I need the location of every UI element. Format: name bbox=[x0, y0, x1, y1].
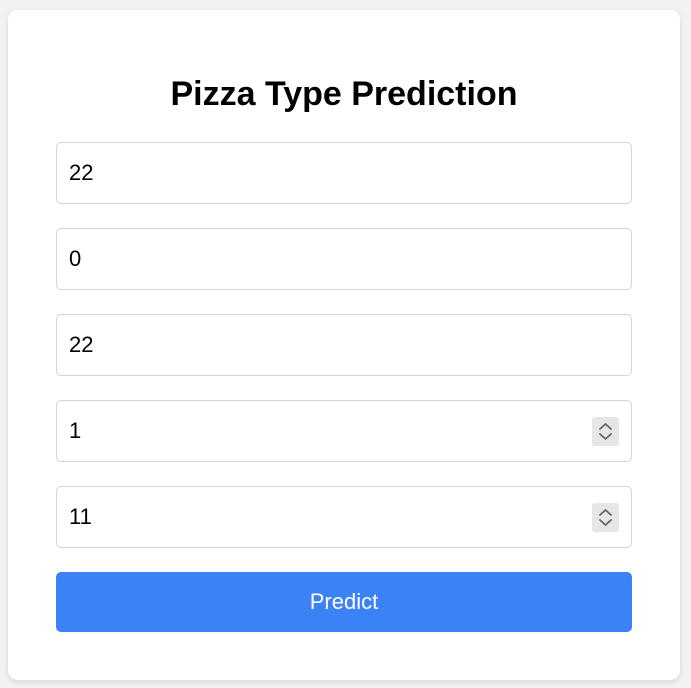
input-field-2[interactable] bbox=[56, 228, 632, 290]
chevron-up-down-icon bbox=[599, 423, 612, 440]
page-title: Pizza Type Prediction bbox=[170, 75, 518, 113]
number-input-2[interactable] bbox=[57, 487, 631, 547]
number-stepper-2[interactable] bbox=[592, 503, 619, 532]
input-field-1[interactable] bbox=[56, 142, 632, 204]
prediction-card: Pizza Type Prediction Predict bbox=[8, 10, 680, 680]
input-field-4[interactable] bbox=[56, 400, 632, 462]
text-input-3[interactable] bbox=[57, 315, 631, 375]
input-field-3[interactable] bbox=[56, 314, 632, 376]
number-input-1[interactable] bbox=[57, 401, 631, 461]
text-input-2[interactable] bbox=[57, 229, 631, 289]
predict-button[interactable]: Predict bbox=[56, 572, 632, 632]
text-input-1[interactable] bbox=[57, 143, 631, 203]
input-field-5[interactable] bbox=[56, 486, 632, 548]
chevron-up-down-icon bbox=[599, 509, 612, 526]
number-stepper-1[interactable] bbox=[592, 417, 619, 446]
